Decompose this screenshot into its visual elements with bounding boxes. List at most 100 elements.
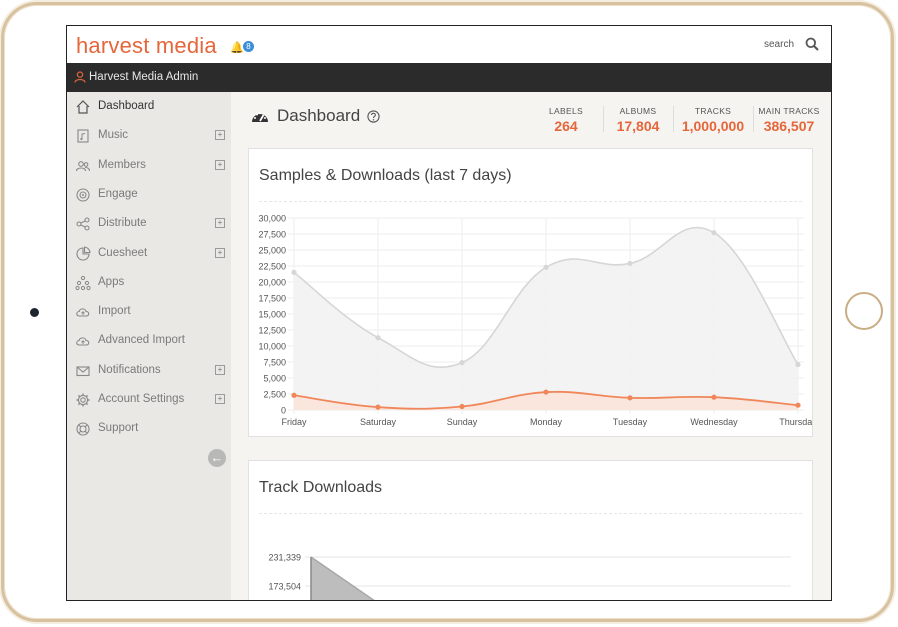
stat-albums: ALBUMS 17,804 (603, 106, 673, 134)
data-point (795, 361, 801, 368)
top-bar: harvest media 🔔 8 search (67, 26, 831, 63)
sidebar-item-apps[interactable]: Apps (67, 269, 231, 297)
expand-icon[interactable]: + (215, 159, 225, 170)
sidebar-item-music[interactable]: Music + (67, 122, 231, 150)
y-tick-label: 5,000 (263, 374, 286, 384)
music-file-icon (77, 129, 89, 143)
stat-value: 386,507 (763, 118, 815, 134)
data-point (543, 389, 549, 395)
sidebar-item-label: Account Settings (98, 393, 185, 405)
sidebar-item-account-settings[interactable]: Account Settings + (67, 386, 231, 414)
sidebar-item-advanced-import[interactable]: Advanced Import (67, 327, 231, 355)
data-point (375, 335, 381, 341)
sidebar-item-members[interactable]: Members + (67, 152, 231, 180)
stat-value: 17,804 (616, 118, 660, 134)
y-tick-label: 2,500 (263, 390, 286, 400)
track-downloads-panel: Track Downloads 231,339 173,504 (248, 460, 813, 600)
notification-badge[interactable]: 8 (243, 41, 254, 52)
admin-bar: Harvest Media Admin (67, 63, 831, 92)
lifebuoy-icon (76, 422, 90, 436)
sidebar-item-label: Music (98, 129, 129, 142)
pie-chart-icon (76, 245, 91, 261)
stat-label: MAIN TRACKS (758, 106, 820, 116)
data-point (291, 392, 297, 398)
y-tick-label: 173,504 (268, 582, 301, 592)
expand-icon[interactable]: + (215, 130, 225, 141)
y-tick-label: 17,500 (258, 294, 286, 304)
sidebar-item-label: Members (98, 158, 146, 171)
search-label[interactable]: search (764, 39, 794, 50)
y-tick-label: 22,500 (258, 262, 286, 272)
y-tick-label: 25,000 (258, 246, 286, 256)
data-point (459, 403, 465, 410)
expand-icon[interactable]: + (215, 394, 225, 404)
gear-icon (76, 393, 90, 407)
share-icon (76, 217, 90, 231)
stat-value: 264 (554, 118, 578, 134)
dashboard-gauge-icon (252, 112, 268, 122)
app-screen: harvest media 🔔 8 search Harvest Media A… (66, 25, 832, 601)
stat-tracks: TRACKS 1,000,000 (673, 106, 753, 134)
target-icon (76, 188, 90, 202)
x-tick-label: Sunday (447, 417, 478, 427)
sidebar-item-label: Engage (98, 187, 138, 200)
home-icon (76, 100, 90, 114)
sidebar-item-cuesheet[interactable]: Cuesheet + (67, 240, 231, 268)
expand-icon[interactable]: + (215, 218, 225, 229)
data-point (543, 264, 549, 270)
stat-labels: LABELS 264 (536, 106, 596, 134)
expand-icon[interactable]: + (215, 247, 225, 258)
data-point (627, 395, 633, 401)
y-tick-label: 30,000 (258, 214, 286, 224)
sidebar-item-engage[interactable]: Engage (67, 181, 231, 209)
sidebar-item-label: Cuesheet (98, 246, 148, 259)
stat-label: TRACKS (694, 106, 732, 116)
x-tick-label: Thursday (779, 417, 812, 427)
sidebar-item-import[interactable]: Import (67, 298, 231, 326)
y-tick-label: 7,500 (263, 358, 286, 368)
data-point (711, 230, 717, 236)
data-point (459, 360, 465, 366)
envelope-icon (76, 366, 90, 376)
sidebar-item-label: Distribute (98, 217, 147, 230)
stat-label: LABELS (549, 106, 583, 116)
user-icon (74, 71, 86, 83)
help-icon[interactable] (367, 110, 380, 123)
admin-name[interactable]: Harvest Media Admin (89, 71, 198, 83)
sidebar-item-distribute[interactable]: Distribute + (67, 210, 231, 238)
samples-downloads-panel: Samples & Downloads (last 7 days) 0 2,500… (248, 148, 813, 437)
sidebar-item-label: Advanced Import (98, 334, 185, 347)
x-tick-label: Wednesday (690, 417, 738, 427)
sidebar-item-label: Import (98, 305, 131, 318)
search-icon[interactable] (805, 37, 819, 51)
sidebar-item-label: Apps (98, 275, 125, 288)
app-logo[interactable]: harvest media (76, 33, 217, 59)
data-point (375, 404, 381, 410)
data-point (291, 269, 297, 275)
x-tick-label: Tuesday (613, 417, 648, 427)
home-button[interactable] (845, 292, 883, 330)
y-tick-label: 12,500 (258, 326, 286, 336)
y-tick-label: 0 (281, 406, 286, 416)
cloud-upload-icon (76, 308, 90, 317)
y-tick-label: 10,000 (258, 342, 286, 352)
sidebar-item-support[interactable]: Support (67, 415, 231, 443)
collapse-sidebar-button[interactable]: ← (208, 449, 226, 467)
stat-main-tracks: MAIN TRACKS 386,507 (753, 106, 825, 134)
y-tick-label: 27,500 (258, 230, 286, 240)
sidebar-item-dashboard[interactable]: Dashboard (67, 93, 231, 121)
bell-icon[interactable]: 🔔 (230, 41, 244, 54)
x-tick-label: Friday (281, 417, 307, 427)
sidebar-item-label: Dashboard (98, 100, 155, 112)
stat-value: 1,000,000 (681, 118, 745, 134)
x-tick-label: Saturday (360, 417, 397, 427)
main-content: Dashboard LABELS 264 ALBUMS 17,804 TRACK… (231, 92, 831, 600)
track-downloads-chart: 231,339 173,504 (268, 553, 791, 600)
sidebar-item-notifications[interactable]: Notifications + (67, 357, 231, 385)
expand-icon[interactable]: + (215, 364, 225, 375)
samples-downloads-chart: 0 2,500 5,000 7,500 10,000 12,500 15,000 17,500… (258, 214, 812, 428)
data-point (711, 394, 717, 400)
data-point (627, 260, 633, 267)
sidebar-item-label: Notifications (98, 363, 161, 376)
page-title: Dashboard (277, 106, 361, 125)
